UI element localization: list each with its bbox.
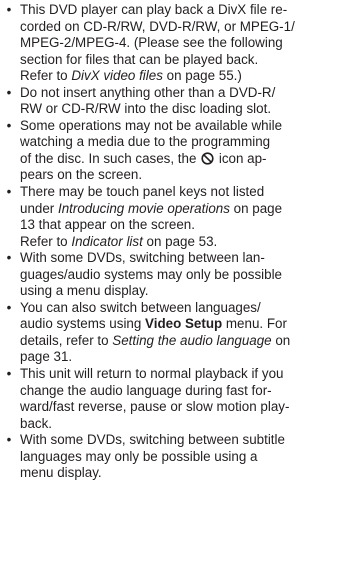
menu-name: Video Setup	[145, 316, 223, 332]
bullet-marker: •	[6, 184, 12, 200]
text-run: There may be touch panel keys not listed	[20, 184, 265, 200]
text-line: Do not insert anything other than a DVD-…	[20, 85, 336, 102]
bullet-item: • With some DVDs, switching between subti…	[0, 432, 340, 482]
text-line: back.	[20, 416, 336, 433]
text-line: page 31.	[20, 349, 336, 366]
bullet-item: • With some DVDs, switching between lan-g…	[0, 250, 340, 300]
reference-title: Introducing movie operations	[57, 200, 230, 216]
text-run: ward/fast reverse, pause or slow motion …	[20, 399, 290, 415]
text-run: With some DVDs, switching between lan-	[20, 250, 265, 266]
text-line: ward/fast reverse, pause or slow motion …	[20, 399, 336, 416]
bullet-item: • You can also switch between languages/a…	[0, 300, 340, 366]
text-line: change the audio language during fast fo…	[20, 383, 336, 400]
text-line: menu display.	[20, 465, 336, 482]
bullet-marker: •	[6, 432, 12, 448]
bullet-marker: •	[6, 299, 12, 315]
text-line: watching a media due to the programming	[20, 134, 336, 151]
text-run: Do not insert anything other than a DVD-…	[20, 84, 276, 100]
text-run: icon ap-	[215, 150, 267, 166]
text-run: on	[271, 332, 291, 348]
manual-page: • This DVD player can play back a DivX fi…	[0, 0, 340, 576]
text-run: of the disc. In such cases, the	[20, 150, 201, 166]
text-run: MPEG-2/MPEG-4. (Please see the following	[20, 35, 283, 51]
text-run: using a menu display.	[20, 283, 149, 299]
text-line: Refer to DivX video files on page 55.)	[20, 68, 336, 85]
text-line: using a menu display.	[20, 283, 336, 300]
bullet-marker: •	[6, 2, 12, 17]
bullet-item: • There may be touch panel keys not liste…	[0, 184, 340, 250]
text-line: under Introducing movie operations on pa…	[20, 201, 336, 218]
text-run: Refer to	[20, 68, 72, 84]
text-line: RW or CD-R/RW into the disc loading slot…	[20, 101, 336, 118]
text-run: watching a media due to the programming	[20, 134, 271, 150]
text-line: You can also switch between languages/	[20, 300, 336, 317]
text-line: There may be touch panel keys not listed	[20, 184, 336, 201]
text-line: Some operations may not be available whi…	[20, 118, 336, 135]
text-line: section for files that can be played bac…	[20, 52, 336, 69]
bullet-marker: •	[6, 84, 12, 100]
text-line: details, refer to Setting the audio lang…	[20, 333, 336, 350]
text-line: 13 that appear on the screen.	[20, 217, 336, 234]
text-line: This unit will return to normal playback…	[20, 366, 336, 383]
text-run: menu. For	[222, 316, 287, 332]
bullet-marker: •	[6, 366, 12, 382]
bullet-marker: •	[6, 250, 12, 266]
text-run: With some DVDs, switching between subtit…	[20, 432, 285, 448]
text-line: of the disc. In such cases, the icon ap-	[20, 151, 336, 168]
text-run: on page 53.	[142, 233, 218, 249]
text-line: Refer to Indicator list on page 53.	[20, 234, 336, 251]
text-line: This DVD player can play back a DivX fil…	[20, 2, 336, 19]
text-run: back.	[20, 415, 53, 431]
text-line: corded on CD-R/RW, DVD-R/RW, or MPEG-1/	[20, 19, 336, 36]
text-run: on page	[229, 200, 283, 216]
reference-title: Setting the audio language	[112, 332, 272, 348]
text-run: menu display.	[20, 465, 102, 481]
text-run: section for files that can be played bac…	[20, 51, 259, 67]
text-line: With some DVDs, switching between subtit…	[20, 432, 336, 449]
bullet-item: • Do not insert anything other than a DVD…	[0, 85, 340, 118]
text-run: under	[20, 200, 58, 216]
notes-bullet-list: • This DVD player can play back a DivX fi…	[0, 2, 340, 482]
text-run: This unit will return to normal playback…	[20, 366, 284, 382]
text-line: pears on the screen.	[20, 167, 336, 184]
text-run: change the audio language during fast fo…	[20, 382, 272, 398]
text-run: Refer to	[20, 233, 72, 249]
text-run: RW or CD-R/RW into the disc loading slot…	[20, 101, 272, 117]
text-line: languages may only be possible using a	[20, 449, 336, 466]
bullet-item: • This unit will return to normal playbac…	[0, 366, 340, 432]
prohibit-icon	[201, 152, 214, 165]
bullet-item: • Some operations may not be available wh…	[0, 118, 340, 184]
text-run: on page 55.)	[162, 68, 242, 84]
text-line: audio systems using Video Setup menu. Fo…	[20, 316, 336, 333]
bullet-marker: •	[6, 117, 12, 133]
text-line: guages/audio systems may only be possibl…	[20, 267, 336, 284]
text-run: audio systems using	[20, 316, 146, 332]
text-run: pears on the screen.	[20, 167, 143, 183]
text-run: details, refer to	[20, 332, 113, 348]
reference-title: Indicator list	[71, 233, 143, 249]
reference-title: DivX video files	[71, 68, 163, 84]
text-run: corded on CD-R/RW, DVD-R/RW, or MPEG-1/	[20, 18, 295, 34]
text-run: 13 that appear on the screen.	[20, 217, 195, 233]
text-run: languages may only be possible using a	[20, 448, 258, 464]
text-run: This DVD player can play back a DivX fil…	[20, 2, 288, 17]
text-run: page 31.	[20, 349, 73, 365]
text-run: Some operations may not be available whi…	[20, 117, 283, 133]
text-run: guages/audio systems may only be possibl…	[20, 266, 283, 282]
text-run: You can also switch between languages/	[20, 299, 261, 315]
bullet-item: • This DVD player can play back a DivX fi…	[0, 2, 340, 85]
text-line: With some DVDs, switching between lan-	[20, 250, 336, 267]
text-line: MPEG-2/MPEG-4. (Please see the following	[20, 35, 336, 52]
